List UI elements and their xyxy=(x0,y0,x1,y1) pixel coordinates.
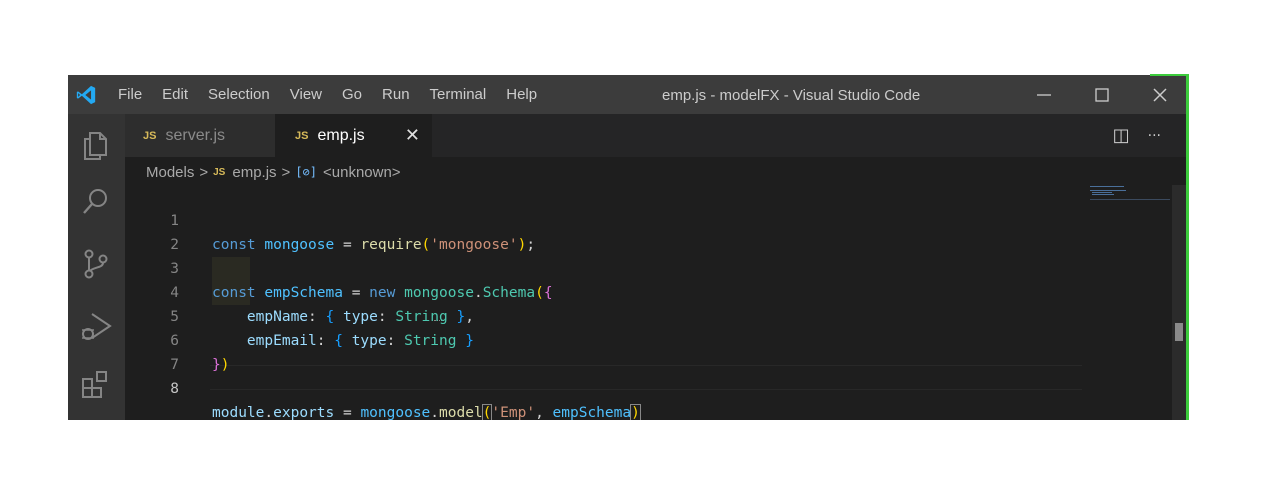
breadcrumb-symbol[interactable]: <unknown> xyxy=(323,164,401,181)
vertical-scrollbar[interactable] xyxy=(1172,185,1186,420)
code-line: 7 xyxy=(125,329,1125,373)
editor-actions: ◫ ··· xyxy=(1113,114,1161,157)
close-tab-icon[interactable]: ✕ xyxy=(405,125,420,146)
maximize-button[interactable] xyxy=(1073,75,1131,114)
breadcrumb-file[interactable]: emp.js xyxy=(232,164,276,181)
code-editor[interactable]: 1 const mongoose = require('mongoose'); … xyxy=(125,185,1125,420)
code-line: 6 }) xyxy=(125,305,1125,373)
line-number: 8 xyxy=(170,381,179,397)
code-line: 3 const empSchema = new mongoose.Schema(… xyxy=(125,233,1125,301)
tab-emp-js[interactable]: JS emp.js ✕ xyxy=(275,114,432,157)
symbol-variable-icon: [⊘] xyxy=(295,165,317,179)
code-line: 2 xyxy=(125,209,1125,253)
menu-edit[interactable]: Edit xyxy=(162,86,188,103)
minimize-icon xyxy=(1037,93,1051,96)
close-icon xyxy=(1153,87,1167,102)
breadcrumb-folder[interactable]: Models xyxy=(146,164,194,181)
code-line: 1 const mongoose = require('mongoose'); xyxy=(125,185,1125,253)
maximize-icon xyxy=(1095,87,1109,102)
more-actions-icon[interactable]: ··· xyxy=(1148,128,1161,144)
vscode-logo-icon xyxy=(76,85,96,105)
chevron-right-icon: > xyxy=(199,163,209,181)
split-editor-icon[interactable]: ◫ xyxy=(1113,125,1130,146)
menu-bar: File Edit Selection View Go Run Terminal… xyxy=(118,75,557,114)
window-edge-top xyxy=(1150,74,1189,76)
breadcrumb: Models > JS emp.js > [⊘] <unknown> xyxy=(146,161,401,183)
menu-run[interactable]: Run xyxy=(382,86,410,103)
code-line: 4 empName: { type: String }, xyxy=(125,257,1125,325)
editor-tabs: JS server.js JS emp.js ✕ ◫ ··· xyxy=(125,114,1189,157)
line-code: module.exports = mongoose.model('Emp', e… xyxy=(212,404,641,420)
menu-help[interactable]: Help xyxy=(506,86,537,103)
extensions-icon[interactable] xyxy=(78,367,114,403)
js-file-icon: JS xyxy=(213,166,226,178)
tab-label: server.js xyxy=(165,126,226,144)
menu-terminal[interactable]: Terminal xyxy=(430,86,487,103)
run-debug-icon[interactable] xyxy=(78,308,114,344)
window-title: emp.js - modelFX - Visual Studio Code xyxy=(662,87,921,104)
js-file-icon: JS xyxy=(295,129,309,142)
activity-bar xyxy=(68,114,125,420)
tab-server-js[interactable]: JS server.js xyxy=(125,114,275,157)
close-window-button[interactable] xyxy=(1131,75,1189,114)
tab-label: emp.js xyxy=(317,126,365,144)
minimap[interactable] xyxy=(1090,185,1170,215)
minimize-button[interactable] xyxy=(1015,75,1073,114)
window-edge xyxy=(1186,75,1189,420)
js-file-icon: JS xyxy=(143,129,157,142)
chevron-right-icon: > xyxy=(281,163,291,181)
menu-selection[interactable]: Selection xyxy=(208,86,270,103)
source-control-icon[interactable] xyxy=(78,246,114,282)
vscode-window: File Edit Selection View Go Run Terminal… xyxy=(68,75,1189,420)
menu-file[interactable]: File xyxy=(118,86,142,103)
menu-view[interactable]: View xyxy=(290,86,322,103)
menu-go[interactable]: Go xyxy=(342,86,362,103)
title-bar: File Edit Selection View Go Run Terminal… xyxy=(68,75,1189,114)
scrollbar-thumb[interactable] xyxy=(1175,323,1183,341)
explorer-icon[interactable] xyxy=(78,127,114,163)
code-line: 5 empEmail: { type: String } xyxy=(125,281,1125,349)
code-line-active: 8 module.exports = mongoose.model('Emp',… xyxy=(125,353,1125,420)
search-icon[interactable] xyxy=(78,184,114,220)
